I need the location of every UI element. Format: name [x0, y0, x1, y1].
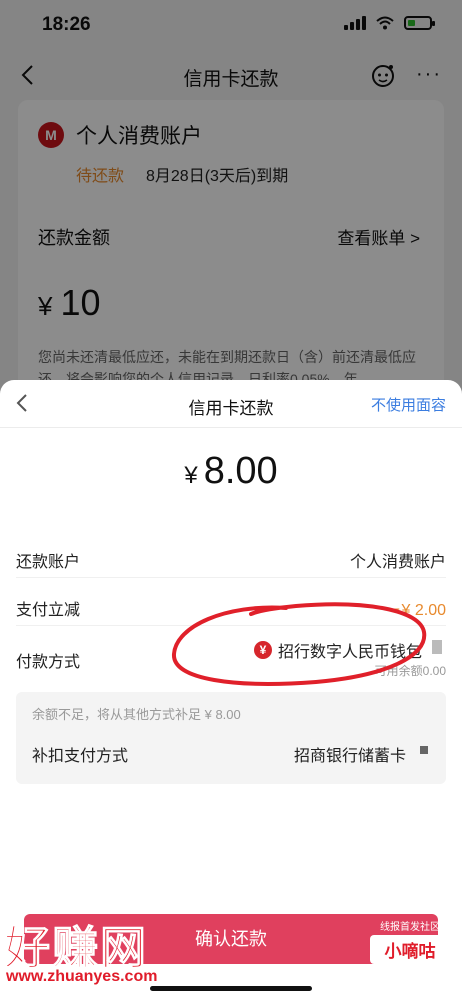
repay-account-row: 还款账户 个人消费账户	[16, 536, 446, 578]
digital-rmb-icon: ¥	[253, 641, 272, 659]
payment-method-value[interactable]: ¥ 招行数字人民币钱包	[253, 638, 422, 662]
discount-row: 支付立减 －¥ 2.00	[16, 584, 446, 626]
watermark-site: xdgft.com	[378, 966, 442, 981]
pay-amount: ¥8.00	[0, 450, 462, 493]
watermark-url: www.zhuanyes.com	[6, 968, 158, 985]
payment-method-label: 付款方式	[16, 654, 81, 671]
watermark-left: 好赚网 www.zhuanyes.com	[0, 912, 200, 992]
supplement-method-value[interactable]: 招商银行储蓄卡	[294, 742, 406, 766]
pay-amount-value: 8.00	[203, 450, 278, 492]
payment-sheet: 信用卡还款 不使用面容 ¥8.00 还款账户 个人消费账户 支付立减 －¥ 2.…	[0, 380, 462, 1000]
supplement-box: 余额不足，将从其他方式补足 ¥ 8.00 补扣支付方式 招商银行储蓄卡	[16, 692, 446, 784]
payment-method-row[interactable]: 付款方式 ¥ 招行数字人民币钱包 可用余额0.00	[16, 632, 446, 692]
watermark-right: 线报首发社区 小嘀咕 xdgft.com	[370, 918, 450, 988]
repay-account-label: 还款账户	[16, 554, 81, 571]
discount-label: 支付立减	[16, 602, 81, 619]
no-face-id-link[interactable]: 不使用面容	[371, 394, 446, 415]
supplement-method-label: 补扣支付方式	[32, 748, 129, 765]
discount-value: －¥ 2.00	[385, 602, 447, 619]
insufficient-balance-note: 余额不足，将从其他方式补足 ¥ 8.00	[32, 707, 241, 722]
method-selector-icon[interactable]	[432, 640, 442, 654]
watermark-brand: 小嘀咕	[370, 935, 450, 964]
available-balance: 可用余额0.00	[374, 664, 446, 678]
payment-method-name: 招行数字人民币钱包	[277, 644, 422, 661]
repay-account-value: 个人消费账户	[349, 554, 446, 571]
sheet-header: 信用卡还款 不使用面容	[0, 380, 462, 428]
pay-currency-symbol: ¥	[184, 462, 198, 489]
supplement-selector-icon[interactable]	[420, 746, 428, 754]
watermark-tag: 线报首发社区	[380, 922, 440, 933]
